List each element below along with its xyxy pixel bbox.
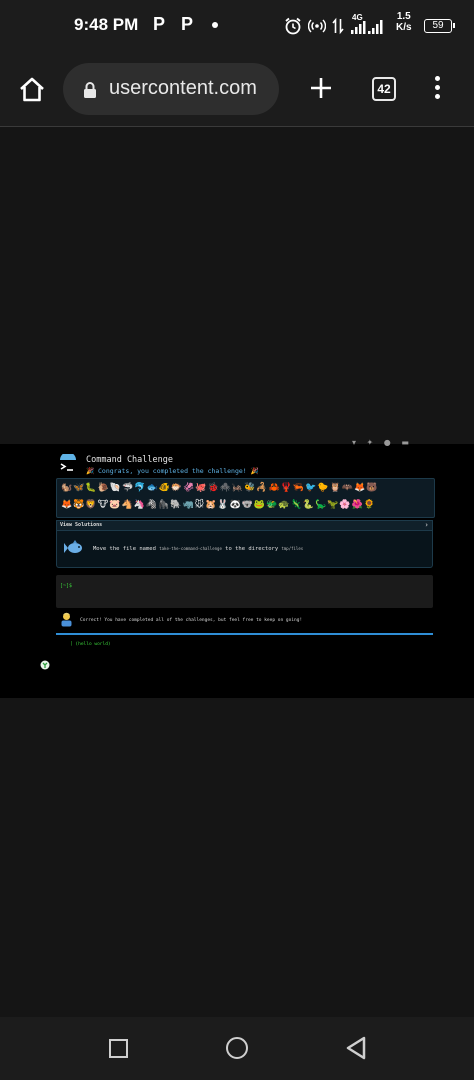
terminal-input[interactable]: [~]$ xyxy=(56,575,433,608)
notification-p-icon: P xyxy=(153,14,166,34)
home-icon[interactable] xyxy=(16,74,48,106)
achievement-emoji-panel: 🐿️🦋🐛🐌🐚🦈🐬🐟🐠🐡🦑🐙🐞🕷️🦗🐝🦂🦀🦞🦐🐦🐤🦉🦇🦊🐻 🦊🐯🦁🐮🐷🐴🦄🦓🦍🐘🦏… xyxy=(56,478,435,518)
challenge-card: Move the file named take-the-command-cha… xyxy=(56,531,433,568)
url-text[interactable]: usercontent.com xyxy=(109,77,257,100)
circle-icon[interactable] xyxy=(226,1037,248,1059)
notification-p-icon: P xyxy=(181,14,194,34)
challenge-description: Move the file named take-the-command-cha… xyxy=(93,546,304,552)
sprout-icon xyxy=(40,660,50,670)
terminal-output: [ (hello world) xyxy=(70,642,111,647)
embedded-page: ▾ ✦ ● ▬ Command Challenge 🎉 Congrats, yo… xyxy=(0,438,474,698)
lock-icon xyxy=(84,82,96,98)
progress-bar-fill xyxy=(56,633,433,635)
page-title: Command Challenge xyxy=(86,455,173,465)
directory-name: tmp/files xyxy=(281,546,304,551)
status-icons: 4G xyxy=(284,12,388,40)
emoji-row: 🐿️🦋🐛🐌🐚🦈🐬🐟🐠🐡🦑🐙🐞🕷️🦗🐝🦂🦀🦞🦐🐦🐤🦉🦇🦊🐻 xyxy=(61,483,379,493)
square-icon[interactable] xyxy=(109,1039,128,1058)
file-name: take-the-command-challenge xyxy=(159,546,222,551)
view-solutions-toggle[interactable]: View Solutions › xyxy=(56,520,433,531)
emoji-row: 🦊🐯🦁🐮🐷🐴🦄🦓🦍🐘🦏🐭🐹🐰🐼🐨🐸🐲🐢🦎🐍🦕🦖🌸🌺🌻 xyxy=(61,500,376,510)
fish-icon xyxy=(64,540,82,553)
progress-bar xyxy=(56,633,433,635)
signal-icon: 4G xyxy=(350,13,388,36)
android-nav-bar xyxy=(0,1017,474,1080)
person-emoji-icon xyxy=(61,612,72,627)
alarm-icon xyxy=(285,17,301,35)
terminal-prompt: [~]$ xyxy=(60,583,73,589)
success-message: Correct! You have completed all of the c… xyxy=(80,618,303,623)
decorative-icons: ▾ ✦ ● ▬ xyxy=(352,438,413,447)
hotspot-icon xyxy=(308,19,326,33)
terminal-logo-icon xyxy=(60,454,76,471)
triangle-back-icon[interactable] xyxy=(345,1036,367,1060)
notification-dot-icon xyxy=(212,22,218,28)
network-speed: 1.5 K/s xyxy=(396,11,412,33)
browser-toolbar: usercontent.com 42 xyxy=(0,52,474,127)
view-solutions-label: View Solutions xyxy=(60,522,103,528)
battery-icon: 59 xyxy=(424,19,455,33)
more-vert-icon[interactable] xyxy=(432,76,442,104)
plus-icon[interactable] xyxy=(307,74,335,102)
chevron-right-icon: › xyxy=(425,521,428,529)
congrats-message: 🎉 Congrats, you completed the challenge!… xyxy=(86,467,259,475)
data-transfer-icon xyxy=(332,17,344,35)
tab-switcher-button[interactable]: 42 xyxy=(372,77,396,101)
status-bar: 9:48 PM P P 4G 1.5 K/s 59 xyxy=(0,0,474,52)
address-bar[interactable]: usercontent.com xyxy=(63,63,279,115)
status-time: 9:48 PM xyxy=(74,15,139,34)
